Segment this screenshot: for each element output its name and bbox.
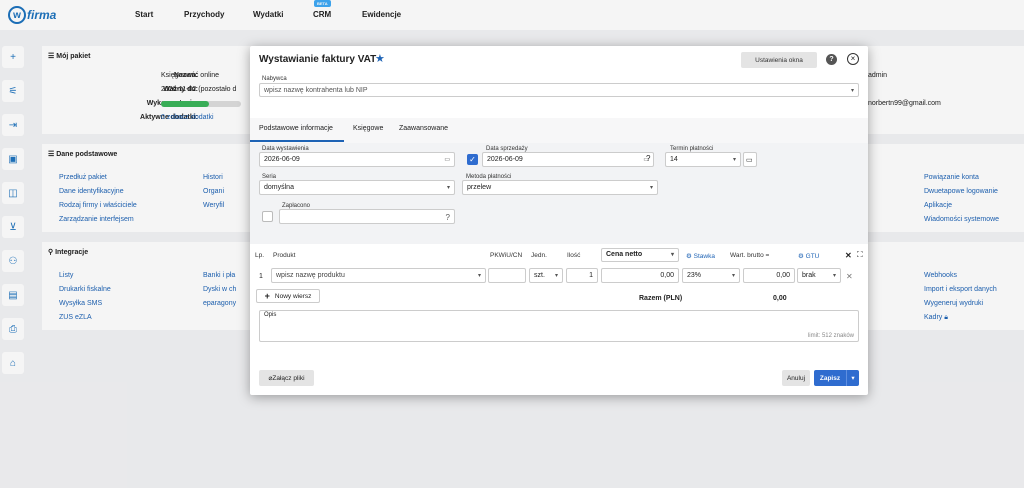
new-row-button[interactable]: + Nowy wiersz: [256, 289, 320, 303]
chevron-down-icon: ▾: [832, 273, 836, 279]
notes-label: Opis: [264, 312, 277, 318]
expand-icon[interactable]: ⛶: [857, 250, 863, 260]
buyer-input[interactable]: wpisz nazwę kontrahenta lub NIP ▾: [259, 83, 859, 97]
col-gross: Wart. brutto =: [730, 252, 770, 259]
chevron-down-icon: ▾: [554, 273, 558, 279]
help-icon[interactable]: ?: [826, 54, 837, 65]
price-input[interactable]: 0,00: [601, 268, 679, 283]
active-tab-indicator: [250, 140, 344, 142]
window-settings-button[interactable]: Ustawienia okna: [741, 52, 817, 68]
issue-date-input[interactable]: 2026-06-09 ▭: [259, 152, 455, 167]
total-value: 0,00: [773, 295, 787, 302]
tab-advanced[interactable]: Zaawansowane: [399, 125, 448, 132]
col-pkwiu: PKWiU/CN: [490, 252, 523, 259]
notes-limit: limit: 512 znaków: [807, 333, 854, 339]
unit-select[interactable]: szt. ▾: [529, 268, 563, 283]
pkwiu-input[interactable]: [488, 268, 526, 283]
due-select[interactable]: 14 ▾: [665, 152, 741, 167]
sale-date-input[interactable]: 2026-06-09 ▭: [482, 152, 654, 167]
row-lp: 1: [259, 273, 263, 280]
col-product: Produkt: [273, 252, 296, 259]
settings-icon: ⚙: [798, 253, 804, 260]
chevron-down-icon: ▾: [731, 273, 735, 279]
chevron-down-icon: ▾: [477, 273, 481, 279]
due-calendar-button[interactable]: ▭: [743, 152, 757, 167]
col-lp: Lp.: [255, 252, 265, 259]
remove-columns-icon[interactable]: ✕: [845, 251, 852, 260]
series-select[interactable]: domyślna ▾: [259, 180, 455, 195]
chevron-down-icon: ▾: [446, 185, 450, 191]
save-options-button[interactable]: ▾: [846, 370, 859, 386]
tab-accounting[interactable]: Księgowe: [353, 125, 383, 132]
paid-checkbox[interactable]: [262, 211, 273, 222]
rate-select[interactable]: 23% ▾: [682, 268, 740, 283]
gtu-select[interactable]: brak ▾: [797, 268, 841, 283]
modal-title: Wystawianie faktury VAT: [259, 54, 377, 65]
buyer-label: Nabywca: [262, 76, 287, 82]
col-rate[interactable]: ⚙ Stawka: [686, 252, 715, 260]
col-unit: Jedn.: [531, 252, 547, 259]
attach-files-button[interactable]: ⌀ Załącz pliki: [259, 370, 314, 386]
col-gtu[interactable]: ⚙ GTU: [798, 252, 819, 260]
tab-basic[interactable]: Podstawowe informacje: [259, 125, 333, 132]
favorite-star-icon[interactable]: ★: [375, 52, 385, 65]
col-qty: Ilość: [567, 252, 581, 259]
total-label: Razem (PLN): [639, 295, 683, 302]
cancel-button[interactable]: Anuluj: [782, 370, 810, 386]
paid-input[interactable]: ?: [279, 209, 455, 224]
qty-input[interactable]: 1: [566, 268, 598, 283]
notes-textarea[interactable]: Opis limit: 512 znaków: [259, 310, 859, 342]
close-icon[interactable]: ×: [847, 53, 859, 65]
product-input[interactable]: wpisz nazwę produktu ▾: [271, 268, 486, 283]
delete-row-icon[interactable]: ✕: [846, 272, 853, 281]
calendar-icon: ▭: [444, 157, 450, 163]
sale-date-checkbox[interactable]: ✓: [467, 154, 478, 165]
invoice-modal: Wystawianie faktury VAT ★ Ustawienia okn…: [250, 46, 868, 395]
help-icon[interactable]: ?: [646, 154, 650, 163]
price-type-select[interactable]: Cena netto ▾: [601, 248, 679, 262]
gross-input[interactable]: 0,00: [743, 268, 795, 283]
save-button[interactable]: Zapisz: [814, 370, 846, 386]
settings-icon: ⚙: [686, 253, 692, 260]
help-icon[interactable]: ?: [446, 213, 450, 222]
chevron-down-icon: ▾: [649, 185, 653, 191]
plus-icon: +: [264, 291, 270, 301]
calendar-icon: ▭: [746, 157, 753, 164]
chevron-down-icon: ▾: [732, 157, 736, 163]
chevron-down-icon: ▾: [850, 88, 854, 94]
chevron-down-icon: ▾: [851, 375, 855, 382]
payment-select[interactable]: przelew ▾: [462, 180, 658, 195]
chevron-down-icon: ▾: [670, 252, 674, 258]
